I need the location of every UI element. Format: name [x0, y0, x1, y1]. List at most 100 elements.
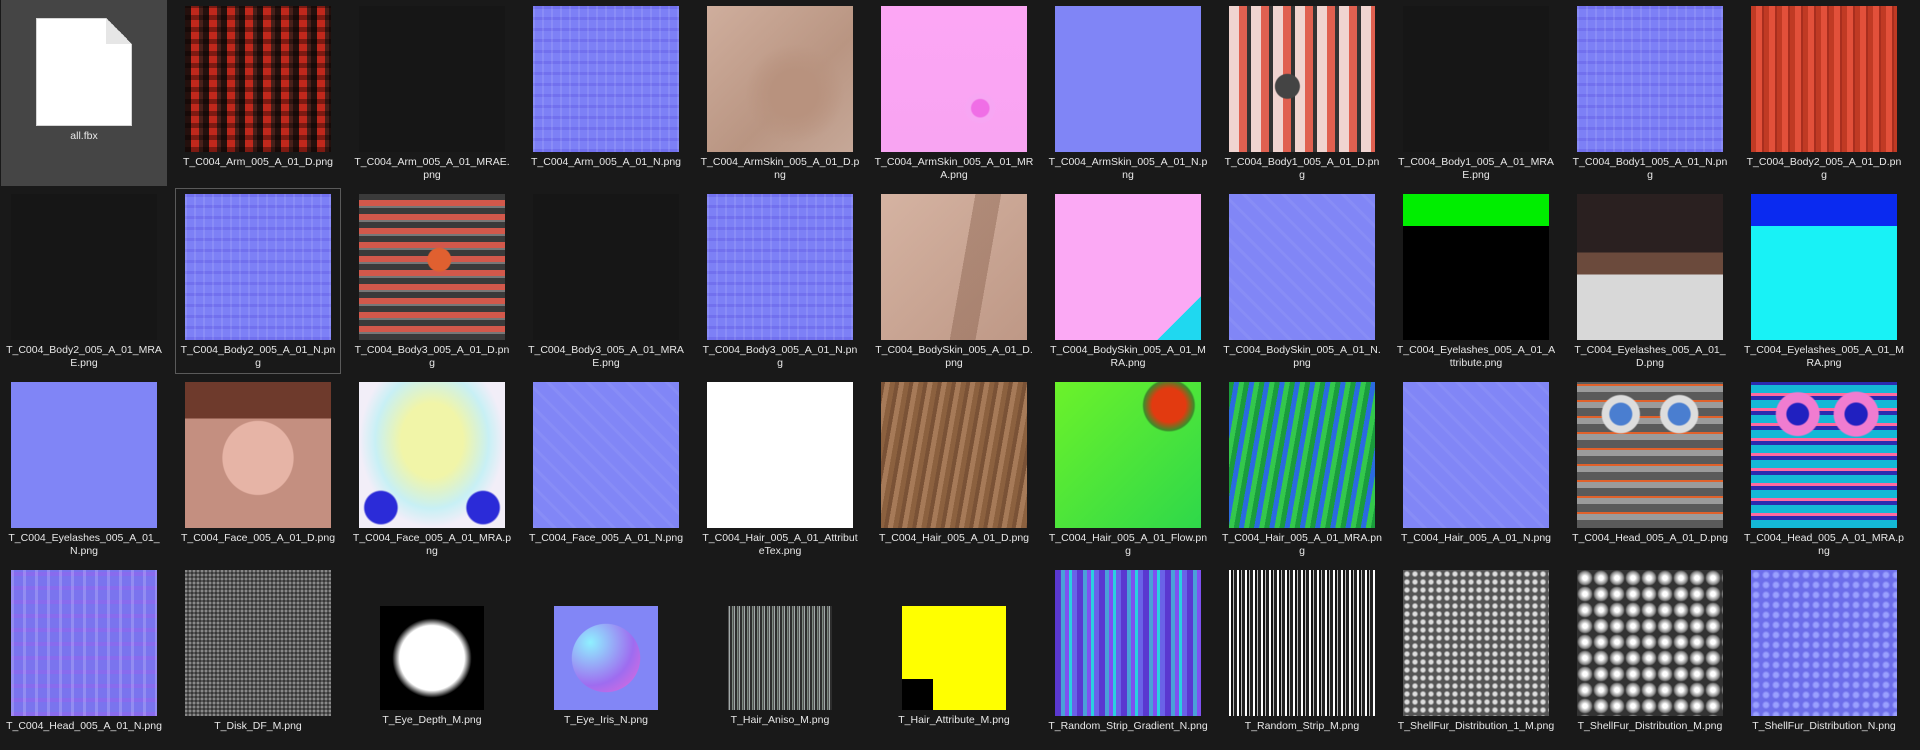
file-thumbnail — [554, 606, 658, 710]
file-item[interactable]: T_C004_Hair_005_A_01_N.png — [1393, 376, 1559, 562]
file-name: T_Hair_Attribute_M.png — [898, 714, 1010, 726]
file-item[interactable]: T_Hair_Aniso_M.png — [697, 564, 863, 750]
file-item[interactable]: T_C004_Body1_005_A_01_MRAE.png — [1393, 0, 1559, 186]
file-item[interactable]: T_C004_Body2_005_A_01_MRAE.png — [1, 188, 167, 374]
file-item[interactable]: T_C004_Body2_005_A_01_N.png — [175, 188, 341, 374]
file-name: T_ShellFur_Distribution_1_M.png — [1397, 720, 1555, 732]
file-item[interactable]: T_C004_ArmSkin_005_A_01_MRA.png — [871, 0, 1037, 186]
file-item[interactable]: T_C004_Face_005_A_01_D.png — [175, 376, 341, 562]
file-thumbnail — [707, 194, 853, 340]
file-item[interactable]: T_C004_Body1_005_A_01_N.png — [1567, 0, 1733, 186]
file-item[interactable]: T_C004_Head_005_A_01_N.png — [1, 564, 167, 750]
file-thumbnail — [1577, 194, 1723, 340]
file-item[interactable]: T_C004_Hair_005_A_01_Flow.png — [1045, 376, 1211, 562]
file-thumbnail — [359, 382, 505, 528]
file-name: T_C004_Body2_005_A_01_N.png — [180, 344, 336, 369]
file-thumbnail — [185, 194, 331, 340]
file-item[interactable]: T_ShellFur_Distribution_1_M.png — [1393, 564, 1559, 750]
file-name: T_C004_Body2_005_A_01_D.png — [1746, 156, 1902, 181]
file-item[interactable]: T_Eye_Iris_N.png — [523, 564, 689, 750]
file-thumbnail — [1751, 194, 1897, 340]
file-thumbnail — [728, 606, 832, 710]
file-name: T_C004_Eyelashes_005_A_01_Attribute.png — [1396, 344, 1556, 369]
file-thumbnail — [1403, 382, 1549, 528]
file-item[interactable]: T_C004_Body2_005_A_01_D.png — [1741, 0, 1907, 186]
file-item[interactable]: T_Random_Strip_M.png — [1219, 564, 1385, 750]
file-item[interactable]: T_C004_Body3_005_A_01_N.png — [697, 188, 863, 374]
file-name: T_C004_Hair_005_A_01_AttributeTex.png — [702, 532, 858, 557]
file-item[interactable]: T_C004_BodySkin_005_A_01_D.png — [871, 188, 1037, 374]
file-item[interactable]: T_C004_Head_005_A_01_MRA.png — [1741, 376, 1907, 562]
file-item[interactable]: T_C004_Arm_005_A_01_MRAE.png — [349, 0, 515, 186]
file-name: T_Eye_Depth_M.png — [382, 714, 482, 726]
document-file-icon — [36, 18, 132, 126]
file-thumbnail — [1577, 6, 1723, 152]
file-item[interactable]: all.fbx — [1, 0, 167, 186]
file-thumbnail — [1229, 6, 1375, 152]
file-item[interactable]: T_C004_Arm_005_A_01_D.png — [175, 0, 341, 186]
file-thumbnail — [359, 6, 505, 152]
file-item[interactable]: T_C004_ArmSkin_005_A_01_D.png — [697, 0, 863, 186]
file-thumbnail — [881, 382, 1027, 528]
file-name: T_Random_Strip_M.png — [1244, 720, 1360, 732]
file-name: T_C004_Eyelashes_005_A_01_MRA.png — [1744, 344, 1904, 369]
file-name: T_C004_Face_005_A_01_D.png — [180, 532, 336, 544]
file-item[interactable]: T_Random_Strip_Gradient_N.png — [1045, 564, 1211, 750]
file-thumbnail — [1055, 382, 1201, 528]
file-item[interactable]: T_ShellFur_Distribution_M.png — [1567, 564, 1733, 750]
file-item[interactable]: T_C004_Head_005_A_01_D.png — [1567, 376, 1733, 562]
file-item[interactable]: T_Disk_DF_M.png — [175, 564, 341, 750]
file-item[interactable]: T_C004_Face_005_A_01_MRA.png — [349, 376, 515, 562]
file-thumbnail — [533, 194, 679, 340]
file-name: T_C004_ArmSkin_005_A_01_N.png — [1048, 156, 1208, 181]
file-name: T_C004_Hair_005_A_01_D.png — [878, 532, 1030, 544]
file-item[interactable]: T_Eye_Depth_M.png — [349, 564, 515, 750]
file-item[interactable]: T_C004_Body1_005_A_01_D.png — [1219, 0, 1385, 186]
file-item[interactable]: T_C004_Face_005_A_01_N.png — [523, 376, 689, 562]
file-name: T_C004_Head_005_A_01_N.png — [6, 720, 162, 732]
file-name: T_Eye_Iris_N.png — [563, 714, 649, 726]
file-thumbnail — [185, 382, 331, 528]
file-item[interactable]: T_C004_Eyelashes_005_A_01_Attribute.png — [1393, 188, 1559, 374]
file-item[interactable]: T_C004_Hair_005_A_01_MRA.png — [1219, 376, 1385, 562]
file-name: T_C004_Body1_005_A_01_MRAE.png — [1398, 156, 1554, 181]
file-name: T_C004_Body3_005_A_01_N.png — [702, 344, 858, 369]
file-thumbnail — [1055, 570, 1201, 716]
file-item[interactable]: T_C004_Body3_005_A_01_MRAE.png — [523, 188, 689, 374]
file-thumbnail — [185, 570, 331, 716]
file-name: T_C004_Head_005_A_01_D.png — [1572, 532, 1728, 544]
file-item[interactable]: T_C004_Hair_005_A_01_D.png — [871, 376, 1037, 562]
file-item[interactable]: T_C004_Eyelashes_005_A_01_D.png — [1567, 188, 1733, 374]
file-name: T_C004_Eyelashes_005_A_01_D.png — [1574, 344, 1726, 369]
file-name: T_C004_Arm_005_A_01_N.png — [530, 156, 682, 168]
file-thumbnail — [707, 382, 853, 528]
file-thumbnail — [1751, 570, 1897, 716]
file-item[interactable]: T_C004_Hair_005_A_01_AttributeTex.png — [697, 376, 863, 562]
file-name: T_C004_ArmSkin_005_A_01_MRA.png — [874, 156, 1034, 181]
file-thumbnail — [1751, 6, 1897, 152]
file-name: T_C004_BodySkin_005_A_01_MRA.png — [1050, 344, 1206, 369]
file-item[interactable]: T_ShellFur_Distribution_N.png — [1741, 564, 1907, 750]
file-item[interactable]: T_C004_Body3_005_A_01_D.png — [349, 188, 515, 374]
file-item[interactable]: T_Hair_Attribute_M.png — [871, 564, 1037, 750]
file-name: T_C004_Face_005_A_01_N.png — [528, 532, 684, 544]
file-item[interactable]: T_C004_BodySkin_005_A_01_N.png — [1219, 188, 1385, 374]
file-name: T_C004_BodySkin_005_A_01_D.png — [875, 344, 1033, 369]
file-item[interactable]: T_C004_Arm_005_A_01_N.png — [523, 0, 689, 186]
file-name: T_C004_BodySkin_005_A_01_N.png — [1223, 344, 1381, 369]
file-thumbnail — [11, 382, 157, 528]
file-name: T_C004_Body1_005_A_01_D.png — [1224, 156, 1380, 181]
file-name: T_C004_Body3_005_A_01_MRAE.png — [528, 344, 684, 369]
file-thumbnail — [1055, 194, 1201, 340]
file-thumbnail — [1229, 570, 1375, 716]
file-name: T_Disk_DF_M.png — [214, 720, 302, 732]
file-item[interactable]: T_C004_Eyelashes_005_A_01_MRA.png — [1741, 188, 1907, 374]
file-name: T_ShellFur_Distribution_M.png — [1577, 720, 1723, 732]
file-thumbnail — [707, 6, 853, 152]
file-name: T_C004_Face_005_A_01_MRA.png — [352, 532, 512, 557]
file-thumbnail — [185, 6, 331, 152]
file-item[interactable]: T_C004_BodySkin_005_A_01_MRA.png — [1045, 188, 1211, 374]
file-item[interactable]: T_C004_Eyelashes_005_A_01_N.png — [1, 376, 167, 562]
file-thumbnail — [1577, 382, 1723, 528]
file-item[interactable]: T_C004_ArmSkin_005_A_01_N.png — [1045, 0, 1211, 186]
